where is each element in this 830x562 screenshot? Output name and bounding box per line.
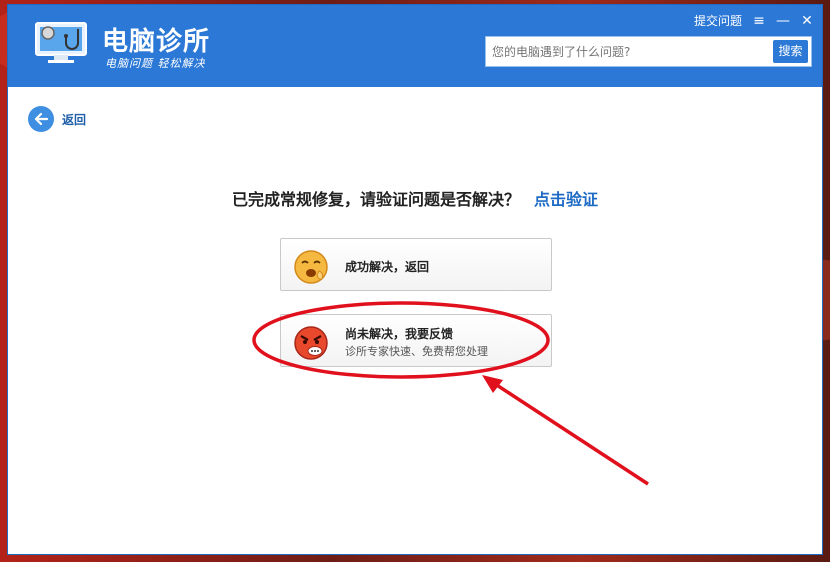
window-controls: 提交问题 ≡ — ✕ [694,12,814,29]
question-text: 已完成常规修复，请验证问题是否解决？ [231,190,520,209]
app-title: 电脑诊所 [102,27,211,57]
monitor-stethoscope-icon [35,22,87,63]
resolved-option-button[interactable]: 成功解决，返回 [280,238,552,291]
search-button[interactable]: 搜索 [773,40,808,63]
resolved-option-title: 成功解决，返回 [345,260,430,274]
back-button[interactable]: 返回 [28,106,86,132]
app-window: 电脑诊所 电脑问题 轻松解决 提交问题 ≡ — ✕ 搜索 返回 已完成常规修复，… [7,4,823,555]
minimize-icon[interactable]: — [776,14,790,28]
back-label: 返回 [62,112,87,127]
feedback-option-button[interactable]: 尚未解决，我要反馈 诊所专家快速、免费帮您处理 [280,314,552,367]
watermark-url: jingyan.baidu.com [675,530,768,541]
smiling-face-icon [294,250,328,284]
verify-question: 已完成常规修复，请验证问题是否解决？ 点击验证 [8,186,822,210]
app-subtitle: 电脑问题 轻松解决 [105,57,206,70]
search-input[interactable] [492,43,762,61]
verify-link[interactable]: 点击验证 [534,190,598,209]
back-arrow-icon [28,106,54,132]
close-icon[interactable]: ✕ [800,14,814,28]
app-header: 电脑诊所 电脑问题 轻松解决 提交问题 ≡ — ✕ 搜索 [8,5,822,87]
menu-icon[interactable]: ≡ [752,14,766,28]
search-box: 搜索 [485,36,812,67]
submit-problem-link[interactable]: 提交问题 [694,12,742,29]
feedback-option-title: 尚未解决，我要反馈 [345,327,454,341]
angry-face-icon [294,326,328,360]
watermark-logo: Baidu经验 [644,495,790,528]
feedback-option-subtitle: 诊所专家快速、免费帮您处理 [345,345,488,358]
